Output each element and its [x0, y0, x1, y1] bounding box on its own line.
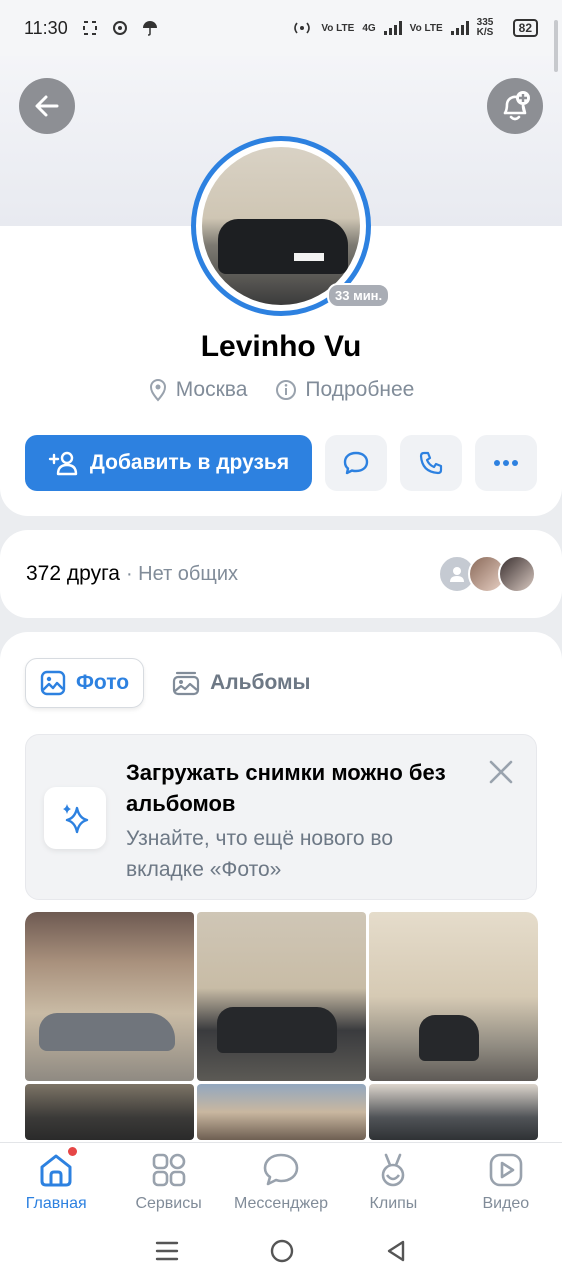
last-seen-badge: 33 мин.	[327, 283, 391, 308]
nav-clips-label: Клипы	[369, 1195, 418, 1212]
promo-close-button[interactable]	[488, 759, 514, 790]
image-icon	[40, 670, 66, 696]
tab-albums-label: Альбомы	[210, 671, 311, 694]
promo-banner: Загружать снимки можно без альбомов Узна…	[25, 734, 537, 900]
promo-text: Узнайте, что ещё нового во вкладке «Фото…	[126, 827, 394, 881]
photo-thumbnail[interactable]	[197, 912, 366, 1081]
bell-plus-icon	[503, 91, 530, 121]
nav-messenger[interactable]: Мессенджер	[225, 1143, 337, 1222]
message-icon	[343, 451, 369, 475]
message-button[interactable]	[325, 435, 387, 491]
details-label: Подробнее	[305, 378, 415, 401]
video-icon	[489, 1153, 523, 1187]
signal-icon	[383, 21, 402, 35]
photo-thumbnail[interactable]	[197, 1084, 366, 1140]
more-button[interactable]	[475, 435, 537, 491]
signal-icon-2	[450, 21, 469, 35]
net-speed: 335 K/S	[476, 17, 494, 38]
umbrella-icon	[142, 21, 157, 36]
home-circle-icon[interactable]	[269, 1238, 295, 1264]
profile-name: Levinho Vu	[200, 330, 362, 363]
status-bar: 11:30 Vo LTE 4G Vo LTE 335 K/S 82	[0, 0, 562, 56]
add-user-icon	[48, 451, 78, 476]
arrow-left-icon	[35, 95, 59, 117]
nav-video[interactable]: Видео	[450, 1143, 562, 1222]
messenger-icon	[263, 1153, 299, 1186]
nav-messenger-label: Мессенджер	[234, 1195, 328, 1212]
sparkle-icon-box	[44, 787, 106, 849]
profile-actions: Добавить в друзья	[25, 435, 537, 491]
back-triangle-icon[interactable]	[385, 1239, 407, 1263]
friend-avatars	[438, 555, 536, 593]
photo-thumbnail[interactable]	[25, 1084, 194, 1140]
volte-label-1: Vo LTE	[321, 22, 355, 34]
photo-thumbnail[interactable]	[369, 912, 538, 1081]
info-icon	[276, 380, 297, 400]
phone-icon	[419, 451, 443, 475]
albums-icon	[172, 671, 200, 696]
scrollbar[interactable]	[554, 20, 558, 72]
tab-photos[interactable]: Фото	[25, 658, 145, 708]
screenshot-icon	[82, 21, 97, 35]
avatar-image	[202, 147, 360, 305]
more-dots-icon	[494, 460, 518, 466]
nav-home-label: Главная	[25, 1195, 87, 1212]
home-icon	[40, 1154, 72, 1187]
add-friend-label: Добавить в друзья	[89, 451, 290, 474]
photo-grid	[25, 912, 538, 1140]
at-icon	[112, 21, 127, 35]
system-nav	[0, 1222, 562, 1280]
recents-menu-icon[interactable]	[155, 1240, 179, 1262]
clips-icon	[382, 1153, 405, 1187]
hotspot-icon	[294, 22, 311, 34]
photos-card: Фото Альбомы Загружать снимки можно без …	[0, 632, 562, 1152]
status-time: 11:30	[24, 17, 68, 38]
profile-meta: Москва Подробнее	[0, 378, 562, 402]
friends-count: 372 друга	[26, 562, 120, 585]
photo-tabs: Фото Альбомы	[25, 658, 324, 708]
nav-clips[interactable]: Клипы	[337, 1143, 449, 1222]
close-icon	[489, 760, 513, 784]
details-link[interactable]: Подробнее	[275, 378, 414, 402]
back-button[interactable]	[19, 78, 75, 134]
promo-title: Загружать снимки можно без альбомов	[126, 760, 446, 816]
friends-card[interactable]: 372 друга · Нет общих	[0, 530, 562, 618]
friend-avatar	[498, 555, 536, 593]
photo-thumbnail[interactable]	[25, 912, 194, 1081]
mutual-friends: · Нет общих	[125, 562, 238, 585]
nav-video-label: Видео	[482, 1195, 530, 1212]
location-item: Москва	[148, 378, 248, 402]
network-label: 4G	[362, 22, 376, 34]
tab-albums[interactable]: Альбомы	[158, 658, 324, 708]
services-icon	[152, 1153, 185, 1187]
battery-indicator: 82	[512, 19, 538, 37]
nav-services[interactable]: Сервисы	[112, 1143, 224, 1222]
subscribe-notifications-button[interactable]	[487, 78, 543, 134]
add-friend-button[interactable]: Добавить в друзья	[25, 435, 312, 491]
location-pin-icon	[149, 379, 166, 402]
call-button[interactable]	[400, 435, 462, 491]
sparkle-icon	[63, 804, 89, 834]
volte-label-2: Vo LTE	[409, 22, 443, 34]
user-icon	[450, 567, 464, 582]
photo-thumbnail[interactable]	[369, 1084, 538, 1140]
nav-home[interactable]: Главная	[0, 1143, 112, 1222]
nav-services-label: Сервисы	[135, 1195, 202, 1212]
bottom-nav: Главная Сервисы Мессенджер Клипы Видео	[0, 1142, 562, 1222]
notification-dot	[68, 1147, 77, 1156]
location-label: Москва	[175, 378, 248, 401]
tab-photos-label: Фото	[76, 671, 130, 694]
